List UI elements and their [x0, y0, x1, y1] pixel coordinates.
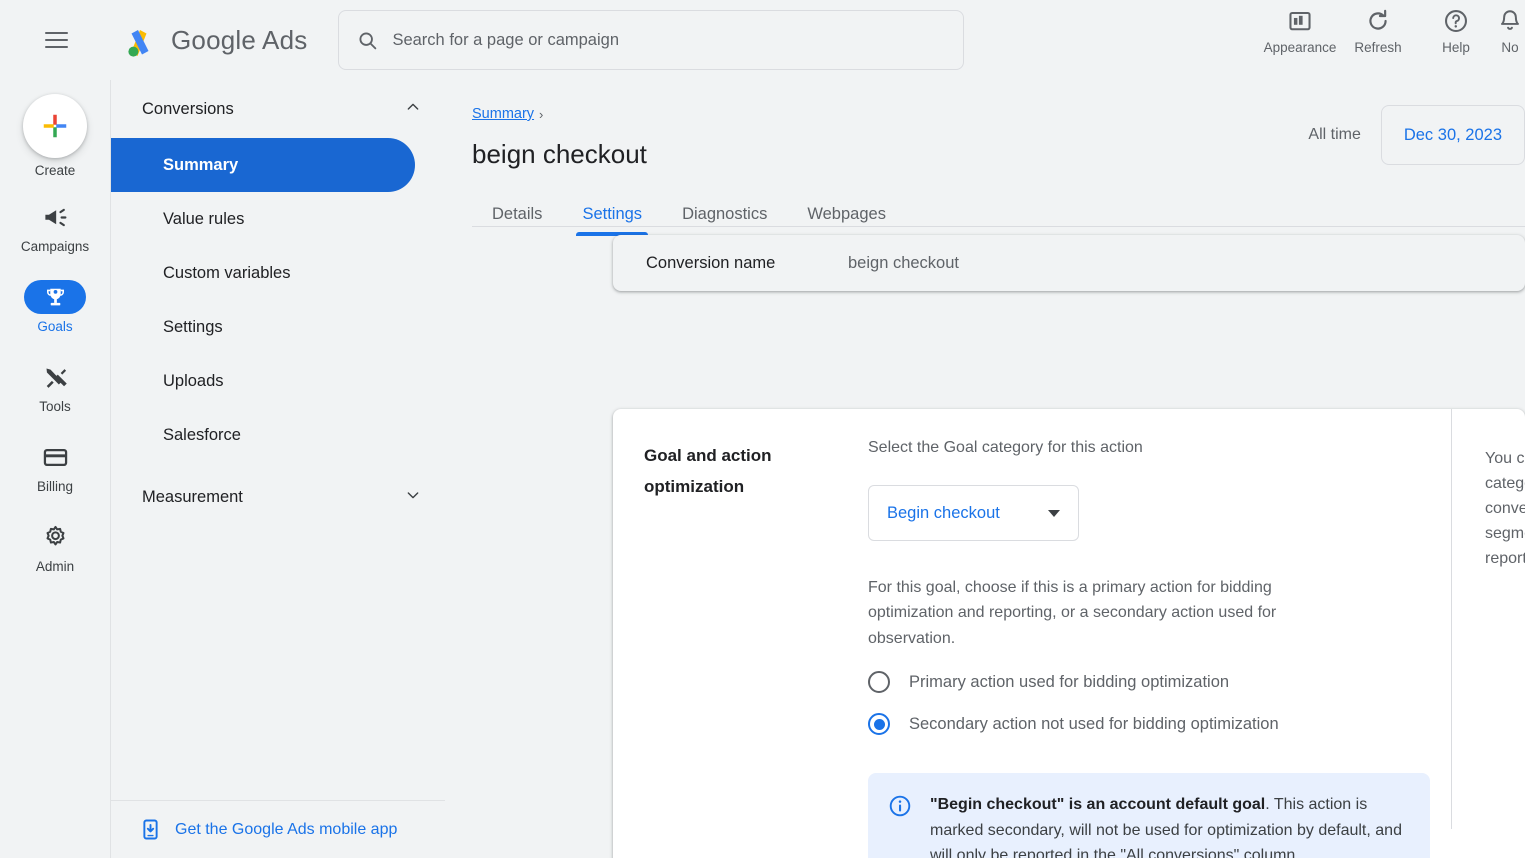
date-range-control: All time Dec 30, 2023: [1308, 105, 1525, 165]
main-content: Summary › beign checkout All time Dec 30…: [445, 80, 1525, 858]
refresh-label: Refresh: [1354, 40, 1402, 55]
goal-optimization-card: Goal and action optimization Select the …: [613, 409, 1525, 858]
help-button[interactable]: Help: [1417, 8, 1495, 55]
radio-secondary-action[interactable]: Secondary action not used for bidding op…: [868, 713, 1495, 736]
gear-icon: [46, 525, 64, 545]
help-label: Help: [1442, 40, 1470, 55]
search-input[interactable]: Search for a page or campaign: [338, 10, 965, 70]
brand[interactable]: Google Ads: [118, 20, 307, 60]
radio-primary-icon[interactable]: [868, 671, 890, 694]
sidebar-section-conversions[interactable]: Conversions: [111, 80, 445, 138]
chevron-down-icon: [1048, 509, 1060, 517]
goal-select-hint: Select the Goal category for this action: [868, 439, 1143, 456]
sidebar-item-uploads[interactable]: Uploads: [111, 354, 445, 408]
info-icon: [889, 796, 911, 817]
rail-item-campaigns[interactable]: Campaigns: [0, 200, 110, 254]
goals-icon-wrap: [24, 280, 86, 314]
conversion-name-value: beign checkout: [848, 253, 959, 272]
rail-label-goals: Goals: [37, 319, 73, 334]
info-banner-bold: "Begin checkout" is an account default g…: [930, 796, 1266, 814]
help-icon: [1445, 10, 1467, 32]
help-side-panel-text: You car categor convers segmen reports.: [1485, 450, 1525, 567]
mobile-download-icon: [143, 819, 158, 840]
billing-icon-wrap: [24, 440, 86, 474]
rail-item-goals[interactable]: Goals: [0, 280, 110, 334]
google-ads-logo-icon: [118, 20, 158, 60]
radio-primary-label: Primary action used for bidding optimiza…: [909, 672, 1230, 691]
search-icon: [359, 31, 377, 49]
brand-ads: Ads: [262, 24, 308, 55]
tools-icon-wrap: [24, 360, 86, 394]
appearance-label: Appearance: [1263, 40, 1337, 55]
sidebar-section-measurement-label: Measurement: [142, 487, 243, 506]
date-range-value: Dec 30, 2023: [1403, 125, 1502, 144]
rail-label-billing: Billing: [36, 479, 74, 494]
goal-section-body: Select the Goal category for this action…: [841, 409, 1525, 858]
rail-item-tools[interactable]: Tools: [0, 360, 110, 414]
sidebar-item-value-rules[interactable]: Value rules: [111, 192, 445, 246]
goal-category-value: Begin checkout: [887, 503, 1000, 522]
breadcrumb-separator: ›: [539, 106, 544, 122]
notifications-label: No: [1501, 40, 1519, 55]
goal-description: For this goal, choose if this is a prima…: [868, 579, 1277, 647]
rail-item-admin[interactable]: Admin: [0, 520, 110, 574]
admin-icon-wrap: [24, 520, 86, 554]
radio-secondary-icon[interactable]: [868, 713, 890, 736]
rail-label-admin: Admin: [35, 559, 75, 574]
date-range-picker[interactable]: Dec 30, 2023: [1380, 105, 1525, 165]
top-actions: Appearance Refresh Help No: [1261, 0, 1525, 80]
credit-card-icon: [43, 448, 67, 466]
radio-secondary-label: Secondary action not used for bidding op…: [909, 714, 1279, 733]
chevron-down-icon: [405, 487, 421, 508]
top-bar: Google Ads Search for a page or campaign…: [0, 0, 1525, 80]
sidebar-section-measurement[interactable]: Measurement: [111, 468, 445, 526]
info-banner-text: "Begin checkout" is an account default g…: [930, 792, 1408, 858]
mobile-app-link[interactable]: Get the Google Ads mobile app: [111, 800, 446, 858]
goal-section-title: Goal and action optimization: [644, 446, 772, 496]
search-placeholder: Search for a page or campaign: [392, 30, 620, 49]
help-side-panel: You car categor convers segmen reports.: [1451, 409, 1525, 829]
date-range-label: All time: [1308, 126, 1361, 143]
chevron-up-icon: [405, 99, 421, 120]
brand-google: Google: [171, 24, 257, 55]
info-banner: "Begin checkout" is an account default g…: [868, 773, 1430, 858]
megaphone-icon: [44, 208, 66, 226]
hamburger-menu-icon[interactable]: [38, 22, 74, 58]
appearance-icon: [1289, 11, 1311, 31]
sidebar-item-custom-variables[interactable]: Custom variables: [111, 246, 445, 300]
rail-item-create[interactable]: Create: [0, 94, 110, 178]
appearance-button[interactable]: Appearance: [1261, 8, 1339, 55]
rail-label-tools: Tools: [39, 399, 71, 414]
tools-icon: [46, 368, 67, 388]
left-rail: Create Campaigns Goals Tools Billing Adm…: [0, 80, 110, 858]
notifications-icon: [1501, 10, 1519, 30]
trophy-icon: [46, 288, 64, 305]
conversion-name-label: Conversion name: [646, 253, 776, 272]
refresh-icon: [1369, 9, 1387, 30]
notifications-button[interactable]: No: [1495, 8, 1525, 55]
rail-item-billing[interactable]: Billing: [0, 440, 110, 494]
rail-label-create: Create: [34, 163, 76, 178]
sidebar-item-settings[interactable]: Settings: [111, 300, 445, 354]
create-circle: [23, 94, 87, 158]
radio-primary-action[interactable]: Primary action used for bidding optimiza…: [868, 671, 1495, 694]
refresh-button[interactable]: Refresh: [1339, 8, 1417, 55]
rail-label-campaigns: Campaigns: [20, 239, 90, 254]
plus-icon: [43, 114, 67, 138]
mobile-app-link-label: Get the Google Ads mobile app: [175, 820, 398, 838]
brand-text: Google Ads: [171, 25, 307, 56]
sidebar-item-summary[interactable]: Summary: [111, 138, 415, 192]
sidebar-section-conversions-label: Conversions: [142, 99, 234, 118]
campaigns-icon-wrap: [24, 200, 86, 234]
sidebar-item-salesforce[interactable]: Salesforce: [111, 408, 445, 462]
goal-category-select[interactable]: Begin checkout: [868, 485, 1079, 541]
conversion-name-card: Conversion name beign checkout: [613, 235, 1525, 291]
settings-panel: Conversion name beign checkout Goal and …: [445, 227, 1525, 858]
secondary-sidebar: Conversions Summary Value rules Custom v…: [110, 80, 446, 858]
breadcrumb-summary-link[interactable]: Summary: [472, 106, 534, 122]
